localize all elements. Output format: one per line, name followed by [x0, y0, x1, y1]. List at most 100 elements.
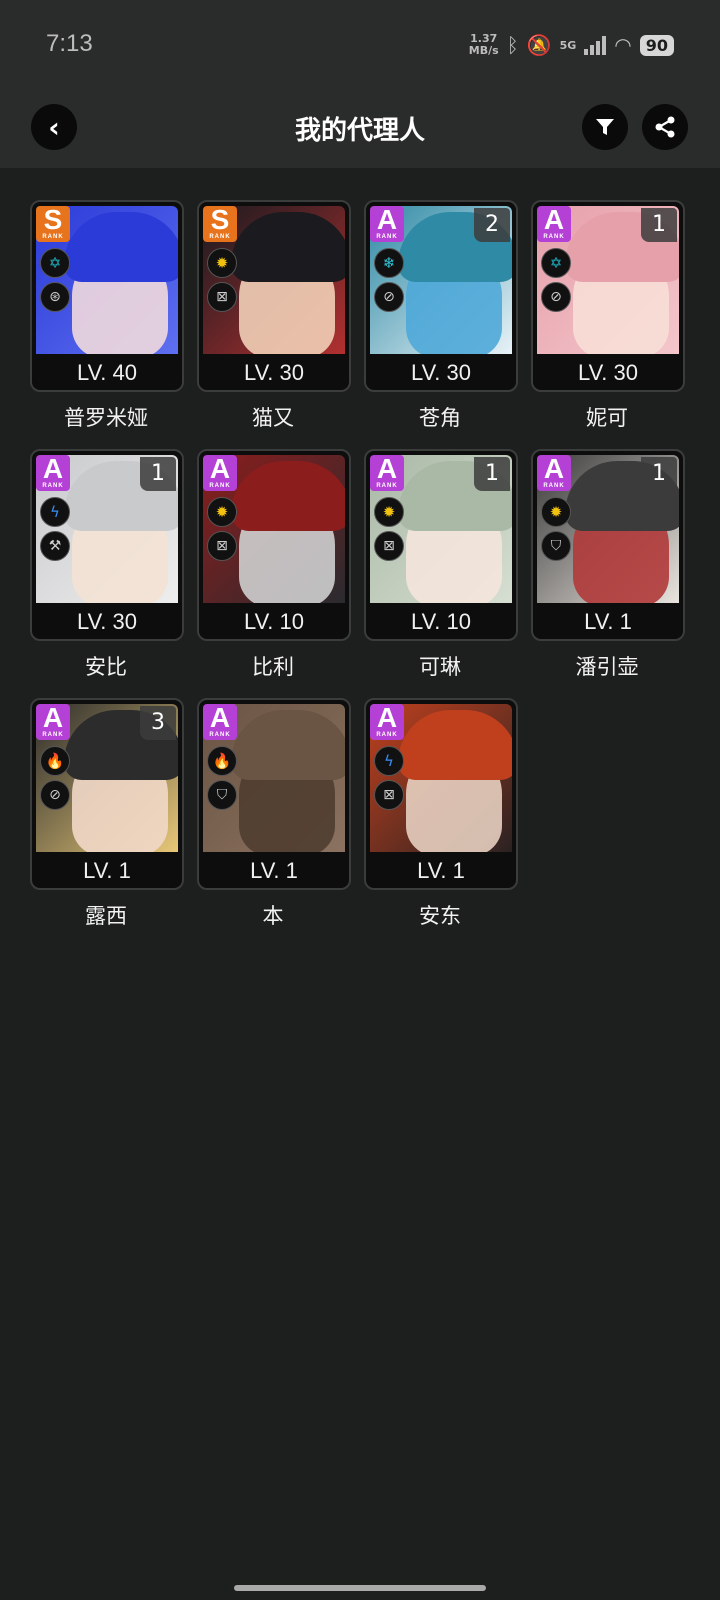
- agent-card[interactable]: A RANK ❄ ⊘ 2 LV. 30: [364, 200, 518, 392]
- physical-attribute-icon: ✹: [207, 497, 237, 527]
- agent-item[interactable]: S RANK ✹ ⊠ LV. 30 猫又: [197, 200, 351, 432]
- agent-level: LV. 1: [250, 858, 298, 883]
- ice-attribute-icon: ❄: [374, 248, 404, 278]
- rank-badge: A RANK: [36, 704, 70, 740]
- bluetooth-icon: ᛒ: [506, 33, 519, 57]
- agent-card[interactable]: S RANK ✹ ⊠ LV. 30: [197, 200, 351, 392]
- agent-item[interactable]: A RANK 🔥 ⛉ LV. 1 本: [197, 698, 351, 930]
- physical-attribute-icon: ✹: [207, 248, 237, 278]
- cinema-level-badge: 1: [641, 208, 677, 242]
- agent-name: 妮可: [586, 406, 628, 430]
- agent-name: 可琳: [419, 655, 461, 679]
- agent-card[interactable]: A RANK 🔥 ⊘ 3 LV. 1: [30, 698, 184, 890]
- share-icon: [655, 116, 675, 138]
- agent-level: LV. 30: [244, 360, 304, 385]
- rank-badge: A RANK: [203, 455, 237, 491]
- cinema-level-badge: 1: [641, 457, 677, 491]
- stun-role-icon: ⚒: [40, 531, 70, 561]
- fire-attribute-icon: 🔥: [207, 746, 237, 776]
- agent-name: 猫又: [252, 406, 294, 430]
- ether-attribute-icon: ✡: [40, 248, 70, 278]
- wifi-icon: ◠: [614, 33, 632, 57]
- agent-level: LV. 10: [411, 609, 471, 634]
- cinema-level-badge: 2: [474, 208, 510, 242]
- rank-badge: A RANK: [370, 455, 404, 491]
- physical-attribute-icon: ✹: [541, 497, 571, 527]
- agent-name: 苍角: [419, 406, 461, 430]
- status-bar: 7:13 1.37 MB/s ᛒ 🔕 5G ◠ 90: [0, 0, 720, 92]
- agent-item[interactable]: A RANK 🔥 ⊘ 3 LV. 1 露西: [30, 698, 184, 930]
- agent-item[interactable]: A RANK ✹ ⊠ 1 LV. 10 可琳: [364, 449, 518, 681]
- agent-level: LV. 30: [578, 360, 638, 385]
- ether-attribute-icon: ✡: [541, 248, 571, 278]
- agent-name: 普罗米娅: [64, 406, 148, 430]
- agent-name: 本: [262, 904, 284, 928]
- network-type: 5G: [559, 38, 577, 52]
- network-speed: 1.37 MB/s: [468, 32, 499, 57]
- attack-role-icon: ⊠: [207, 531, 237, 561]
- agent-level: LV. 40: [77, 360, 137, 385]
- agent-name: 潘引壶: [575, 655, 639, 679]
- agent-card[interactable]: A RANK 🔥 ⛉ LV. 1: [197, 698, 351, 890]
- agent-item[interactable]: A RANK ✹ ⊠ LV. 10 比利: [197, 449, 351, 681]
- agent-card[interactable]: A RANK ϟ ⊠ LV. 1: [364, 698, 518, 890]
- agent-card[interactable]: A RANK ✹ ⛉ 1 LV. 1: [531, 449, 685, 641]
- rank-badge: S RANK: [203, 206, 237, 242]
- cinema-level-badge: 3: [140, 706, 176, 740]
- mute-icon: 🔕: [526, 33, 552, 57]
- agent-card[interactable]: S RANK ✡ ⊛ LV. 40: [30, 200, 184, 392]
- anomaly-role-icon: ⊛: [40, 282, 70, 312]
- agent-card[interactable]: A RANK ϟ ⚒ 1 LV. 30: [30, 449, 184, 641]
- support-role-icon: ⊘: [374, 282, 404, 312]
- agent-item[interactable]: A RANK ✡ ⊘ 1 LV. 30 妮可: [531, 200, 685, 432]
- attack-role-icon: ⊠: [207, 282, 237, 312]
- rank-badge: A RANK: [370, 704, 404, 740]
- filter-button[interactable]: [582, 104, 628, 150]
- status-icons: 1.37 MB/s ᛒ 🔕 5G ◠ 90: [469, 30, 674, 60]
- electric-attribute-icon: ϟ: [40, 497, 70, 527]
- agent-item[interactable]: A RANK ❄ ⊘ 2 LV. 30 苍角: [364, 200, 518, 432]
- share-button[interactable]: [642, 104, 688, 150]
- support-role-icon: ⊘: [40, 780, 70, 810]
- agent-level: LV. 30: [77, 609, 137, 634]
- electric-attribute-icon: ϟ: [374, 746, 404, 776]
- support-role-icon: ⊘: [541, 282, 571, 312]
- rank-badge: A RANK: [36, 455, 70, 491]
- rank-badge: S RANK: [36, 206, 70, 242]
- agent-item[interactable]: A RANK ✹ ⛉ 1 LV. 1 潘引壶: [531, 449, 685, 681]
- agent-item[interactable]: A RANK ϟ ⊠ LV. 1 安东: [364, 698, 518, 930]
- agent-item[interactable]: S RANK ✡ ⊛ LV. 40 普罗米娅: [30, 200, 184, 432]
- defense-role-icon: ⛉: [541, 531, 571, 561]
- agent-name: 比利: [252, 655, 294, 679]
- defense-role-icon: ⛉: [207, 780, 237, 810]
- rank-badge: A RANK: [370, 206, 404, 242]
- agent-card[interactable]: A RANK ✡ ⊘ 1 LV. 30: [531, 200, 685, 392]
- rank-badge: A RANK: [537, 206, 571, 242]
- cinema-level-badge: 1: [140, 457, 176, 491]
- battery-indicator: 90: [639, 34, 674, 56]
- agent-level: LV. 10: [244, 609, 304, 634]
- agent-name: 安东: [419, 904, 461, 928]
- home-indicator[interactable]: [234, 1585, 486, 1591]
- agent-level: LV. 30: [411, 360, 471, 385]
- status-time: 7:13: [46, 30, 93, 57]
- attack-role-icon: ⊠: [374, 780, 404, 810]
- agent-level: LV. 1: [83, 858, 131, 883]
- filter-icon: [596, 119, 614, 135]
- agent-level: LV. 1: [584, 609, 632, 634]
- rank-badge: A RANK: [537, 455, 571, 491]
- fire-attribute-icon: 🔥: [40, 746, 70, 776]
- agent-name: 露西: [85, 904, 127, 928]
- signal-icon: [584, 35, 607, 55]
- cinema-level-badge: 1: [474, 457, 510, 491]
- physical-attribute-icon: ✹: [374, 497, 404, 527]
- agent-name: 安比: [85, 655, 127, 679]
- agent-item[interactable]: A RANK ϟ ⚒ 1 LV. 30 安比: [30, 449, 184, 681]
- agent-card[interactable]: A RANK ✹ ⊠ LV. 10: [197, 449, 351, 641]
- rank-badge: A RANK: [203, 704, 237, 740]
- app-header: ‹ 我的代理人: [0, 92, 720, 168]
- attack-role-icon: ⊠: [374, 531, 404, 561]
- agent-level: LV. 1: [417, 858, 465, 883]
- agent-card[interactable]: A RANK ✹ ⊠ 1 LV. 10: [364, 449, 518, 641]
- agent-grid: S RANK ✡ ⊛ LV. 40 普罗米娅 S RANK ✹ ⊠ LV. 30 猫又 A RANK ❄ ⊘ 2…: [30, 200, 690, 930]
